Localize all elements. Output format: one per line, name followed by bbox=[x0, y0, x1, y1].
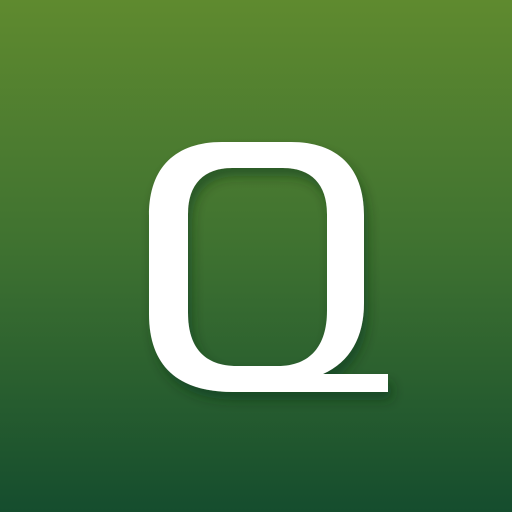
q-letter-icon bbox=[149, 142, 388, 392]
app-icon: Q bbox=[0, 0, 512, 512]
q-outer-ring bbox=[149, 142, 388, 392]
q-letterform bbox=[149, 142, 388, 392]
